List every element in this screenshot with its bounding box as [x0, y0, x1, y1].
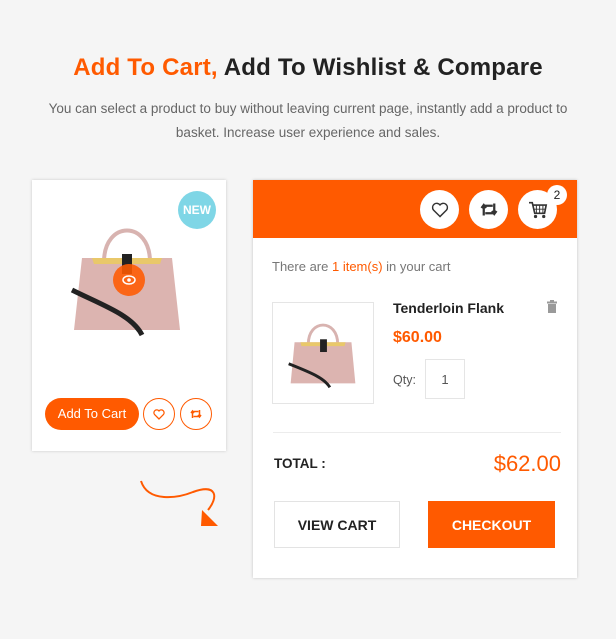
total-label: TOTAL :: [274, 456, 326, 471]
cart-count-badge: 2: [547, 185, 567, 205]
cart-icon: [528, 201, 547, 218]
cart-message-prefix: There are: [272, 259, 332, 274]
header-compare-button[interactable]: [469, 190, 508, 229]
divider: [273, 432, 561, 433]
cart-item-thumbnail[interactable]: [272, 302, 374, 404]
arrow-icon: [140, 480, 218, 526]
cart-item-count[interactable]: 1 item(s): [332, 259, 383, 274]
compare-icon: [480, 203, 497, 216]
compare-icon: [190, 409, 202, 419]
wishlist-button[interactable]: [143, 398, 175, 430]
title-accent: Add To Cart,: [73, 54, 218, 81]
header-wishlist-button[interactable]: [420, 190, 459, 229]
cart-message: There are 1 item(s) in your cart: [272, 259, 450, 274]
heart-icon: [431, 202, 448, 218]
checkout-button[interactable]: CHECKOUT: [428, 501, 555, 548]
view-cart-button[interactable]: VIEW CART: [274, 501, 400, 548]
cart-message-suffix: in your cart: [382, 259, 451, 274]
qty-input[interactable]: [425, 359, 465, 399]
trash-icon[interactable]: [546, 300, 558, 313]
new-badge: NEW: [178, 191, 216, 229]
total-value: $62.00: [493, 451, 561, 476]
compare-button[interactable]: [180, 398, 212, 430]
add-to-cart-button[interactable]: Add To Cart: [45, 398, 139, 430]
cart-item-name[interactable]: Tenderloin Flank: [393, 300, 504, 316]
title-rest: Add To Wishlist & Compare: [217, 54, 543, 81]
eye-icon: [122, 275, 136, 285]
qty-label: Qty:: [393, 373, 416, 387]
quick-view-button[interactable]: [113, 264, 145, 296]
page-title: Add To Cart, Add To Wishlist & Compare: [0, 54, 616, 82]
cart-item-price: $60.00: [393, 329, 442, 346]
page-subtitle: You can select a product to buy without …: [48, 101, 568, 140]
heart-icon: [153, 408, 165, 420]
